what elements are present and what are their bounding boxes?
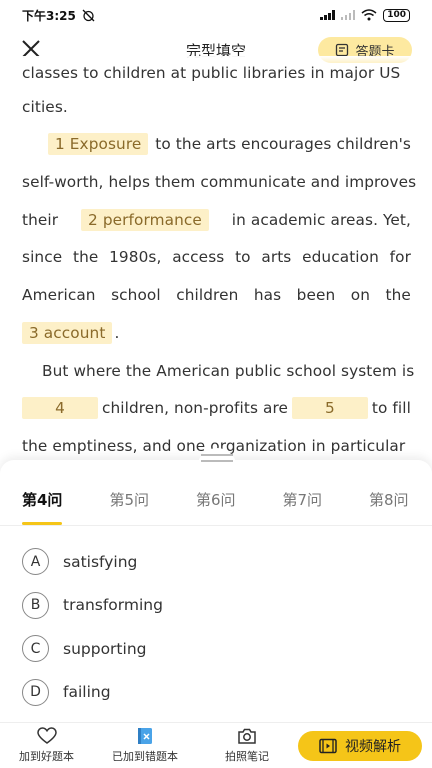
passage-line: 4 children, non-profits are 5 to fill (22, 395, 411, 421)
blank-2[interactable]: 2 performance (81, 209, 209, 231)
video-icon (319, 738, 337, 753)
video-label: 视频解析 (345, 738, 401, 755)
passage-fade (0, 56, 432, 68)
option-letter: C (22, 635, 49, 663)
tab-question-7[interactable]: 第7问 (259, 484, 346, 525)
tab-question-4[interactable]: 第4问 (0, 484, 86, 525)
wrong-book-icon (138, 728, 152, 744)
alarm-off-icon (82, 9, 95, 21)
blank-5[interactable]: 5 (291, 397, 368, 419)
option-b[interactable]: B transforming (22, 584, 163, 628)
option-letter: D (22, 678, 49, 706)
signal-2-icon (340, 10, 356, 20)
options-list: A satisfying B transforming C supporting… (22, 540, 163, 714)
photo-label: 拍照笔记 (225, 750, 269, 763)
wifi-icon (361, 9, 377, 21)
blank-4[interactable]: 4 (22, 397, 98, 419)
passage-line: their 2 performance in academic areas. Y… (22, 209, 411, 231)
option-d[interactable]: D failing (22, 671, 163, 715)
question-sheet: 第4问 第5问 第6问 第7问 第8问 A satisfying B trans… (0, 448, 432, 722)
passage-line: But where the American public school sys… (42, 362, 415, 380)
photo-note-button[interactable]: 拍照笔记 (197, 727, 297, 764)
status-time: 下午3:25 (22, 8, 76, 23)
signal-icon (320, 10, 335, 20)
passage-line: 3 account . (22, 320, 411, 346)
passage: classes to children at public libraries … (0, 56, 432, 460)
passage-line: since the 1980s, access to arts education for (22, 248, 411, 266)
bottom-toolbar: 加到好题本 已加到错题本 拍照笔记 视频解析 (0, 722, 432, 768)
camera-icon (238, 728, 256, 744)
option-text: transforming (63, 596, 163, 615)
tab-question-6[interactable]: 第6问 (173, 484, 260, 525)
favorite-label: 加到好题本 (19, 750, 74, 763)
option-letter: A (22, 548, 49, 576)
wrong-book-button[interactable]: 已加到错题本 (93, 727, 197, 764)
option-a[interactable]: A satisfying (22, 540, 163, 584)
answer-card-icon (336, 43, 349, 57)
passage-line: cities. (22, 98, 68, 116)
passage-line: American school children has been on the (22, 286, 411, 304)
video-analysis-button[interactable]: 视频解析 (298, 730, 422, 761)
tab-question-8[interactable]: 第8问 (346, 484, 432, 525)
question-tabs: 第4问 第5问 第6问 第7问 第8问 (0, 484, 432, 526)
option-text: failing (63, 683, 111, 702)
passage-line: self-worth, helps them communicate and i… (22, 173, 417, 191)
option-text: satisfying (63, 552, 138, 571)
option-letter: B (22, 591, 49, 619)
battery-indicator: 100 (383, 8, 410, 22)
status-bar: 下午3:25 100 (0, 0, 432, 30)
passage-line: 1 Exposure to the arts encourages childr… (22, 131, 411, 157)
blank-1[interactable]: 1 Exposure (48, 133, 149, 155)
option-text: supporting (63, 639, 147, 658)
option-c[interactable]: C supporting (22, 627, 163, 671)
heart-icon (36, 727, 57, 744)
add-favorite-button[interactable]: 加到好题本 (0, 727, 93, 764)
blank-3[interactable]: 3 account (22, 322, 113, 344)
tab-question-5[interactable]: 第5问 (86, 484, 173, 525)
wrong-label: 已加到错题本 (112, 750, 178, 763)
